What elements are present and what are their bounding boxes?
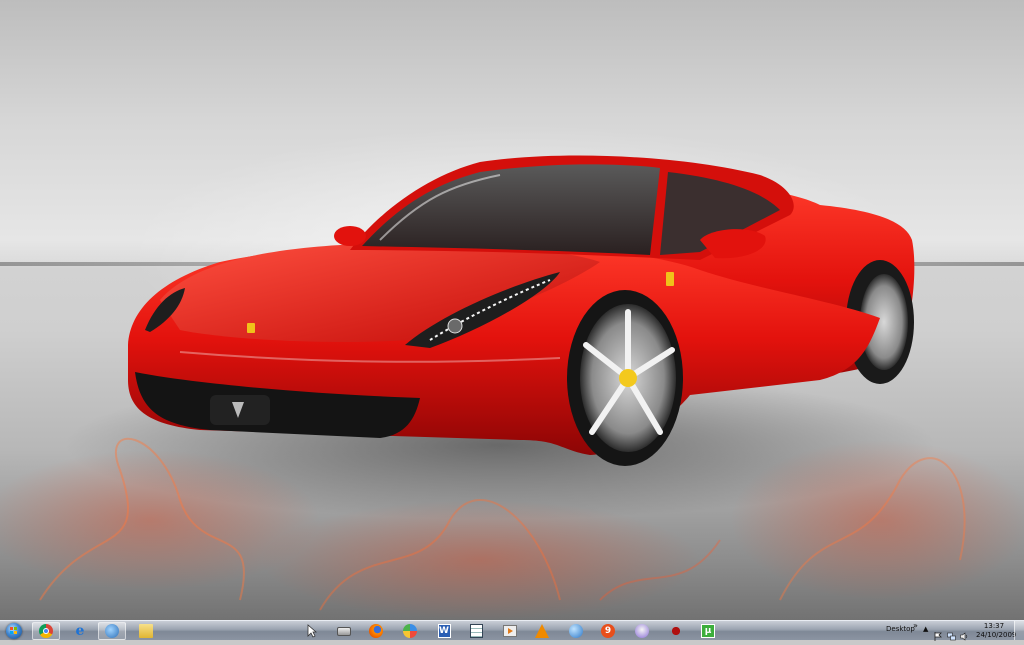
quick-launch-globe[interactable] (568, 623, 584, 639)
ie-icon: e (75, 623, 85, 639)
clock-time: 13:37 (983, 622, 1005, 630)
drive-icon (337, 626, 351, 636)
quick-launch-cursor[interactable] (304, 623, 320, 639)
app-9-icon: 9 (601, 624, 615, 638)
quick-launch-winamp[interactable] (634, 623, 650, 639)
show-desktop-button[interactable] (1014, 621, 1024, 640)
start-button[interactable] (3, 621, 25, 640)
utorrent-icon: µ (701, 624, 715, 638)
spreadsheet-icon (469, 624, 483, 638)
media-player-icon (503, 625, 517, 637)
quick-launch-word[interactable]: W (436, 623, 452, 639)
taskbar-app-explorer[interactable] (132, 622, 160, 640)
firefox-icon (369, 624, 383, 638)
desktop-wallpaper (0, 0, 1024, 620)
volume-icon[interactable] (960, 626, 969, 641)
quick-launch-vlc[interactable] (534, 623, 550, 639)
clock-date: 24/10/2009 (976, 630, 1017, 639)
cursor-icon (307, 624, 317, 638)
quick-launch-dragon[interactable] (668, 623, 684, 639)
taskbar-app-thunderbird[interactable] (98, 622, 126, 640)
quick-launch-spreadsheet[interactable] (468, 623, 484, 639)
thunderbird-icon (105, 624, 119, 638)
taskbar-app-internet-explorer[interactable]: e (66, 622, 94, 640)
toolbar-overflow-chevron-icon[interactable]: » (913, 621, 918, 630)
network-tray-icon[interactable] (947, 626, 956, 641)
taskbar-clock[interactable]: 13:37 24/10/2009 (976, 622, 1017, 639)
windows-logo-icon (6, 622, 22, 639)
network-icon (403, 624, 417, 638)
quick-launch-app-9[interactable]: 9 (600, 623, 616, 639)
action-center-flag-icon[interactable] (934, 626, 943, 641)
dragon-icon (669, 624, 683, 638)
word-icon: W (437, 624, 451, 638)
globe-icon (569, 624, 583, 638)
quick-launch-media-player[interactable] (502, 623, 518, 639)
folder-icon (139, 624, 153, 638)
sports-car-illustration (0, 155, 1024, 620)
taskbar: e W 9 µ Desktop » ▲ 13:37 24/10/2009 (0, 620, 1024, 641)
desktop-toolbar-label[interactable]: Desktop (886, 625, 915, 634)
show-hidden-icons-arrow-icon[interactable]: ▲ (923, 625, 928, 633)
winamp-icon (635, 624, 649, 638)
quick-launch-utorrent[interactable]: µ (700, 623, 716, 639)
taskbar-app-chrome[interactable] (32, 622, 60, 640)
quick-launch-network[interactable] (402, 623, 418, 639)
quick-launch-drive[interactable] (336, 623, 352, 639)
chrome-icon (39, 624, 53, 638)
quick-launch-firefox[interactable] (368, 623, 384, 639)
vlc-icon (535, 624, 549, 638)
